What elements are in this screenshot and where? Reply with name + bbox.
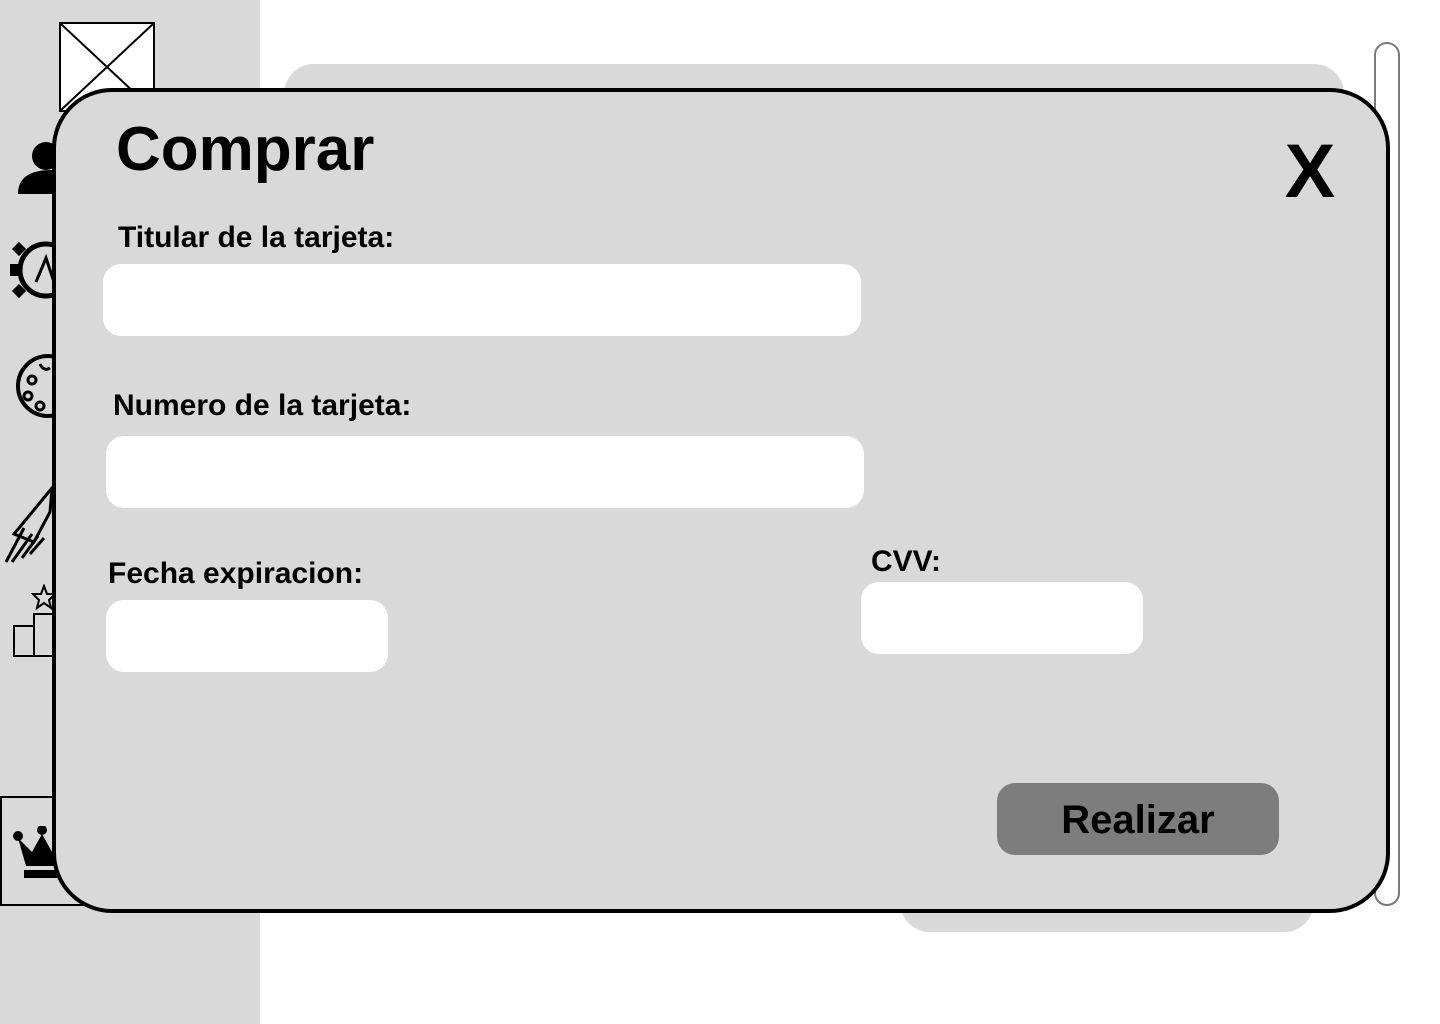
expiry-date-input[interactable] xyxy=(106,600,388,672)
card-holder-label: Titular de la tarjeta: xyxy=(118,221,395,254)
close-button[interactable]: X xyxy=(1278,132,1342,212)
palette-icon[interactable] xyxy=(10,352,56,422)
card-number-input[interactable] xyxy=(106,436,864,508)
expiry-date-label: Fecha expiracion: xyxy=(108,557,364,590)
user-icon[interactable] xyxy=(16,138,56,198)
card-number-label: Numero de la tarjeta: xyxy=(113,389,412,422)
gear-icon[interactable] xyxy=(8,232,56,308)
cvv-input[interactable] xyxy=(861,582,1143,654)
cvv-label: CVV: xyxy=(871,545,942,578)
podium-star-icon[interactable] xyxy=(12,584,56,658)
rocket-icon[interactable] xyxy=(4,482,56,566)
card-holder-input[interactable] xyxy=(103,264,861,336)
purchase-modal: Comprar X Titular de la tarjeta: Numero … xyxy=(52,88,1390,913)
modal-title: Comprar xyxy=(116,115,375,184)
page: Comprar X Titular de la tarjeta: Numero … xyxy=(0,0,1440,1024)
submit-button[interactable]: Realizar xyxy=(997,783,1279,855)
